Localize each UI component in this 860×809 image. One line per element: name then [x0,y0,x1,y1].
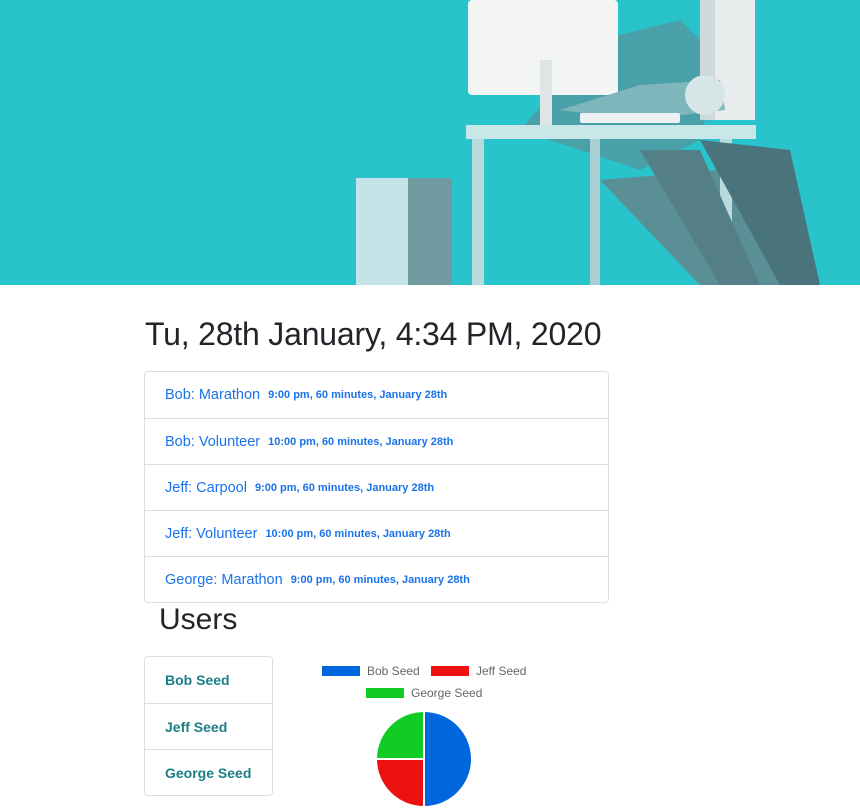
event-title: Jeff: Volunteer [165,525,258,542]
pie-slice[interactable] [374,709,425,760]
event-item[interactable]: Bob: Volunteer 10:00 pm, 60 minutes, Jan… [145,418,608,464]
event-title: Bob: Volunteer [165,433,261,450]
legend-swatch[interactable] [322,666,360,676]
legend-label[interactable]: George Seed [411,686,482,700]
event-details: 9:00 pm, 60 minutes, January 28th [268,389,448,401]
event-details: 10:00 pm, 60 minutes, January 28th [265,527,451,540]
event-item[interactable]: Jeff: Carpool 9:00 pm, 60 minutes, Janua… [145,464,608,510]
legend-label[interactable]: Bob Seed [367,664,420,678]
event-details: 10:00 pm, 60 minutes, January 28th [268,435,454,448]
pie-slice[interactable] [423,709,473,809]
event-title: Jeff: Carpool [165,479,247,496]
user-item-jeff-seed[interactable]: Jeff Seed [145,703,272,749]
user-item-bob-seed[interactable]: Bob Seed [145,657,272,703]
event-item[interactable]: Jeff: Volunteer 10:00 pm, 60 minutes, Ja… [145,510,608,556]
users-pie-chart: Bob Seed Jeff Seed George Seed [322,664,526,809]
event-title: George: Marathon [165,571,283,588]
events-list: Bob: Marathon 9:00 pm, 60 minutes, Janua… [144,371,609,603]
event-item[interactable]: Bob: Marathon 9:00 pm, 60 minutes, Janua… [145,372,608,418]
user-item-george-seed[interactable]: George Seed [145,749,272,795]
legend-swatch[interactable] [366,688,404,698]
workspace-illustration [0,0,860,285]
legend-label[interactable]: Jeff Seed [476,664,526,678]
event-details: 9:00 pm, 60 minutes, January 28th [254,481,435,494]
hero-illustration [0,0,860,285]
event-title: Bob: Marathon [165,387,261,403]
pie-slice[interactable] [374,758,425,809]
users-heading: Users [159,603,238,636]
page-title: Tu, 28th January, 4:34 PM, 2020 [145,316,602,352]
users-list: Bob Seed Jeff Seed George Seed [144,656,273,796]
event-details: 9:00 pm, 60 minutes, January 28th [290,573,470,586]
legend-swatch[interactable] [431,666,469,676]
event-item[interactable]: George: Marathon 9:00 pm, 60 minutes, Ja… [145,556,608,602]
